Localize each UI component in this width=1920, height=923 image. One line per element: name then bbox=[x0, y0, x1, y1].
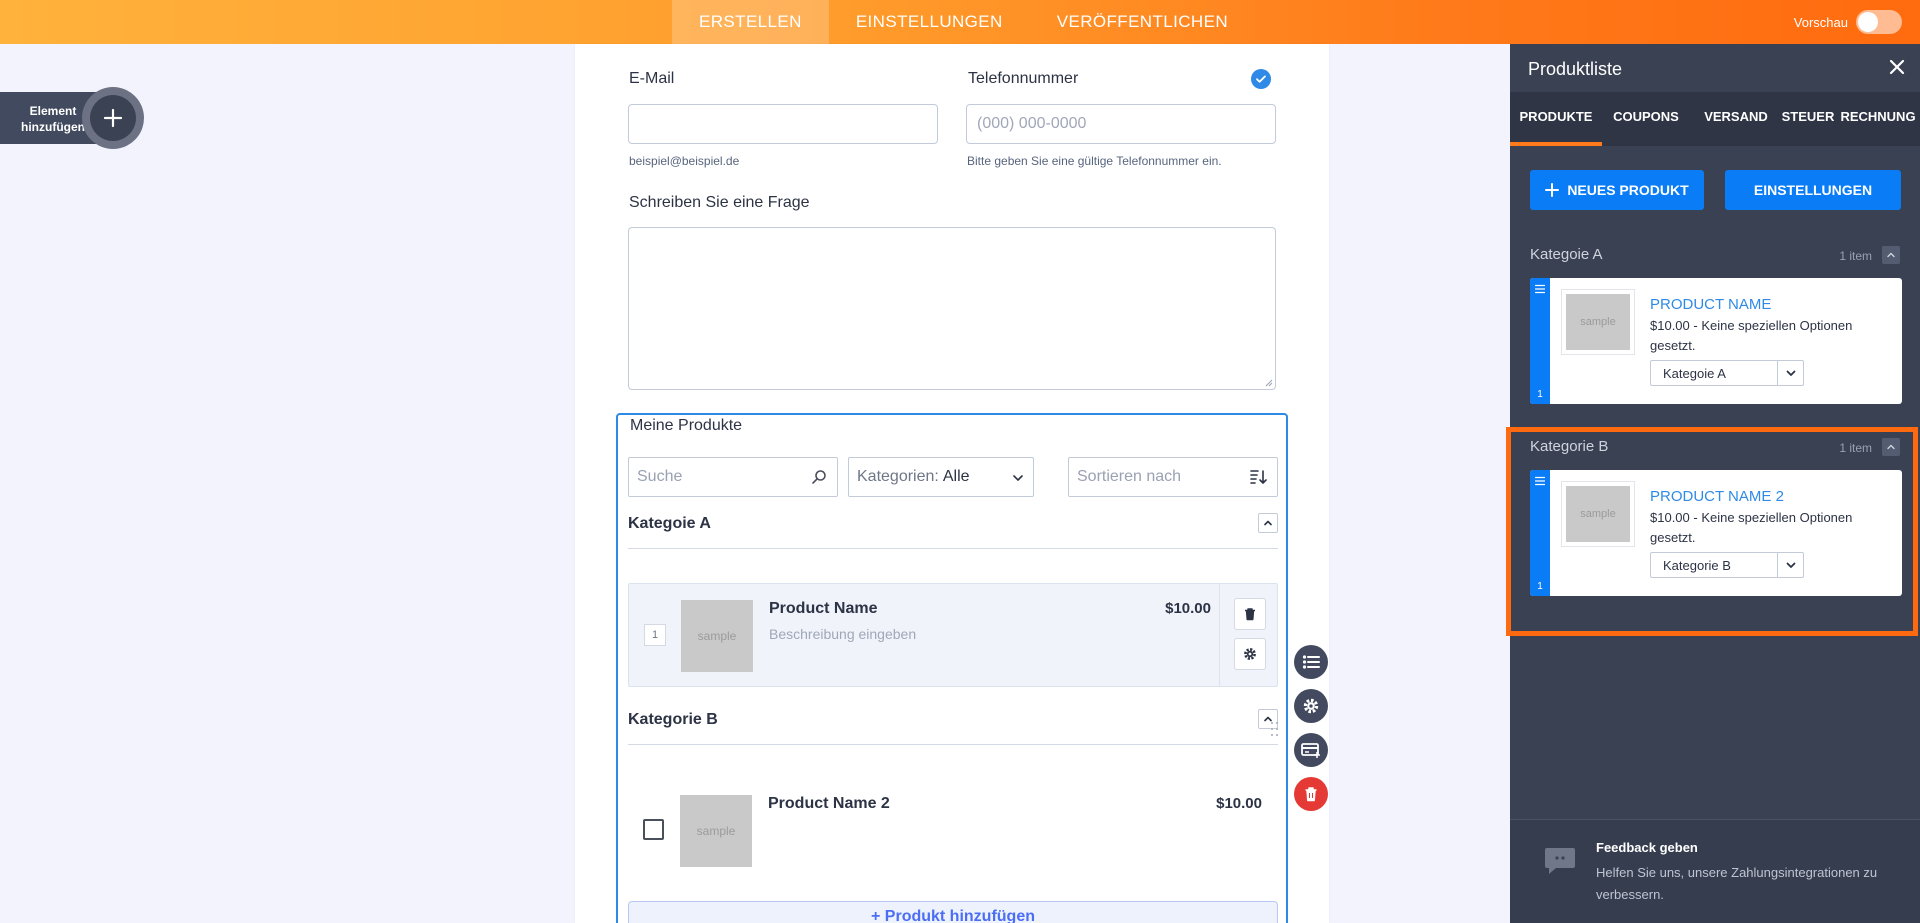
product-row[interactable]: sample Product Name 2 $10.00 bbox=[628, 779, 1278, 883]
plus-icon[interactable] bbox=[82, 87, 144, 149]
widget-category-a-header: Kategoie A bbox=[628, 507, 1278, 549]
email-field[interactable] bbox=[628, 104, 938, 144]
tab-produkte[interactable]: PRODUKTE bbox=[1510, 92, 1602, 146]
widget-category-b-header: Kategorie B bbox=[628, 703, 1278, 745]
check-icon bbox=[1251, 69, 1271, 89]
product-thumbnail: sample bbox=[1562, 290, 1634, 354]
widget-category-a-name: Kategoie A bbox=[628, 515, 711, 532]
settings-gear-icon[interactable] bbox=[1294, 689, 1328, 723]
product-search-input[interactable]: Suche bbox=[628, 457, 838, 497]
panel-title: Produktliste bbox=[1528, 59, 1623, 79]
list-icon[interactable] bbox=[1294, 645, 1328, 679]
chevron-down-icon bbox=[1013, 475, 1023, 481]
category-filter-value: Alle bbox=[942, 468, 970, 485]
tab-veroeffentlichen[interactable]: VERÖFFENTLICHEN bbox=[1030, 0, 1255, 44]
drag-strip[interactable]: 1 bbox=[1530, 278, 1550, 404]
chevron-down-icon bbox=[1777, 361, 1803, 385]
toggle-knob bbox=[1858, 12, 1878, 32]
plus-icon bbox=[1545, 183, 1560, 197]
resize-handle-icon[interactable] bbox=[1263, 377, 1273, 387]
category-filter-select[interactable]: Kategorien: Alle bbox=[848, 457, 1034, 497]
tab-rechnung[interactable]: RECHNUNG bbox=[1836, 92, 1920, 146]
product-category-select[interactable]: Kategoie A bbox=[1650, 360, 1804, 386]
menu-icon bbox=[1535, 284, 1545, 294]
row-actions bbox=[1219, 584, 1277, 686]
panel-category-header: Kategoie A 1 item bbox=[1530, 238, 1902, 274]
selection-highlight bbox=[1506, 427, 1918, 636]
add-element-button[interactable]: Element hinzufügen bbox=[0, 87, 144, 149]
product-row[interactable]: 1 sample Product Name Beschreibung einge… bbox=[628, 583, 1278, 687]
panel-header: Produktliste bbox=[1510, 44, 1920, 92]
question-textarea[interactable] bbox=[628, 227, 1276, 390]
sort-placeholder: Sortieren nach bbox=[1077, 468, 1182, 485]
panel-category-name: Kategoie A bbox=[1530, 246, 1603, 263]
product-checkbox[interactable] bbox=[643, 819, 664, 840]
sort-select[interactable]: Sortieren nach bbox=[1068, 457, 1278, 497]
product-price: $10.00 bbox=[1216, 795, 1262, 812]
feedback-title[interactable]: Feedback geben bbox=[1596, 840, 1698, 855]
preview-control: Vorschau bbox=[1794, 0, 1902, 44]
widget-title: Meine Produkte bbox=[630, 417, 743, 434]
top-nav: ERSTELLEN EINSTELLUNGEN VERÖFFENTLICHEN bbox=[672, 0, 1255, 44]
gear-icon[interactable] bbox=[1234, 638, 1266, 670]
tab-einstellungen[interactable]: EINSTELLUNGEN bbox=[829, 0, 1030, 44]
feedback-section: Feedback geben Helfen Sie uns, unsere Za… bbox=[1510, 819, 1920, 923]
tab-versand[interactable]: VERSAND bbox=[1690, 92, 1782, 146]
panel-product-card[interactable]: 1 sample PRODUCT NAME $10.00 - Keine spe… bbox=[1530, 278, 1902, 404]
preview-label: Vorschau bbox=[1793, 14, 1848, 30]
widget-category-b-name: Kategorie B bbox=[628, 711, 718, 728]
collapse-icon[interactable] bbox=[1258, 513, 1278, 533]
drag-handle-icon[interactable] bbox=[1270, 720, 1280, 742]
sort-icon bbox=[1250, 470, 1267, 484]
add-element-label: Element hinzufügen bbox=[14, 103, 92, 135]
add-element-label-line1: Element bbox=[29, 104, 77, 118]
product-description[interactable]: Beschreibung eingeben bbox=[769, 626, 916, 642]
add-product-button[interactable]: + Produkt hinzufügen bbox=[628, 901, 1278, 923]
question-label: Schreiben Sie eine Frage bbox=[629, 194, 810, 211]
phone-label: Telefonnummer bbox=[968, 70, 1079, 87]
panel-product-desc: $10.00 - Keine speziellen Optionen geset… bbox=[1650, 318, 1853, 353]
phone-sublabel: Bitte geben Sie eine gültige Telefonnumm… bbox=[967, 154, 1222, 168]
search-icon bbox=[812, 470, 826, 484]
panel-category-a: Kategoie A 1 item 1 sample PRODUCT NAME … bbox=[1530, 238, 1902, 404]
new-product-label: NEUES PRODUKT bbox=[1567, 182, 1689, 198]
product-name[interactable]: Product Name bbox=[769, 600, 877, 618]
delete-trash-icon[interactable] bbox=[1294, 777, 1328, 811]
preview-toggle[interactable] bbox=[1856, 10, 1902, 34]
quantity-box[interactable]: 1 bbox=[644, 624, 666, 646]
product-price: $10.00 bbox=[1165, 600, 1211, 617]
settings-button[interactable]: EINSTELLUNGEN bbox=[1725, 170, 1901, 210]
search-placeholder: Suche bbox=[637, 468, 683, 485]
trash-icon[interactable] bbox=[1234, 598, 1266, 630]
product-name[interactable]: Product Name 2 bbox=[768, 795, 890, 813]
product-thumbnail: sample bbox=[681, 600, 753, 672]
category-filter-label: Kategorien: bbox=[857, 468, 939, 485]
chat-bubble-icon bbox=[1545, 848, 1575, 874]
close-icon[interactable] bbox=[1888, 58, 1906, 76]
payment-card-icon[interactable] bbox=[1294, 733, 1328, 767]
product-category-value: Kategoie A bbox=[1663, 365, 1726, 381]
tab-coupons[interactable]: COUPONS bbox=[1602, 92, 1690, 146]
phone-field[interactable]: (000) 000-0000 bbox=[966, 104, 1276, 144]
panel-tabs: PRODUKTE COUPONS VERSAND STEUER RECHNUNG bbox=[1510, 92, 1920, 146]
product-thumbnail: sample bbox=[680, 795, 752, 867]
panel-category-count: 1 item bbox=[1839, 249, 1872, 263]
new-product-button[interactable]: NEUES PRODUKT bbox=[1530, 170, 1704, 210]
top-bar: ERSTELLEN EINSTELLUNGEN VERÖFFENTLICHEN … bbox=[0, 0, 1920, 44]
email-sublabel: beispiel@beispiel.de bbox=[629, 154, 740, 168]
email-label: E-Mail bbox=[629, 70, 675, 87]
tab-erstellen[interactable]: ERSTELLEN bbox=[672, 0, 829, 44]
panel-product-name[interactable]: PRODUCT NAME bbox=[1650, 296, 1771, 313]
products-widget[interactable]: Meine Produkte Suche Kategorien: Alle So… bbox=[616, 413, 1288, 923]
collapse-icon[interactable] bbox=[1882, 246, 1900, 264]
feedback-text[interactable]: Helfen Sie uns, unsere Zahlungsintegrati… bbox=[1596, 862, 1896, 906]
add-element-label-line2: hinzufügen bbox=[21, 120, 85, 134]
product-order-number: 1 bbox=[1537, 389, 1543, 400]
tab-steuer[interactable]: STEUER bbox=[1778, 92, 1838, 146]
